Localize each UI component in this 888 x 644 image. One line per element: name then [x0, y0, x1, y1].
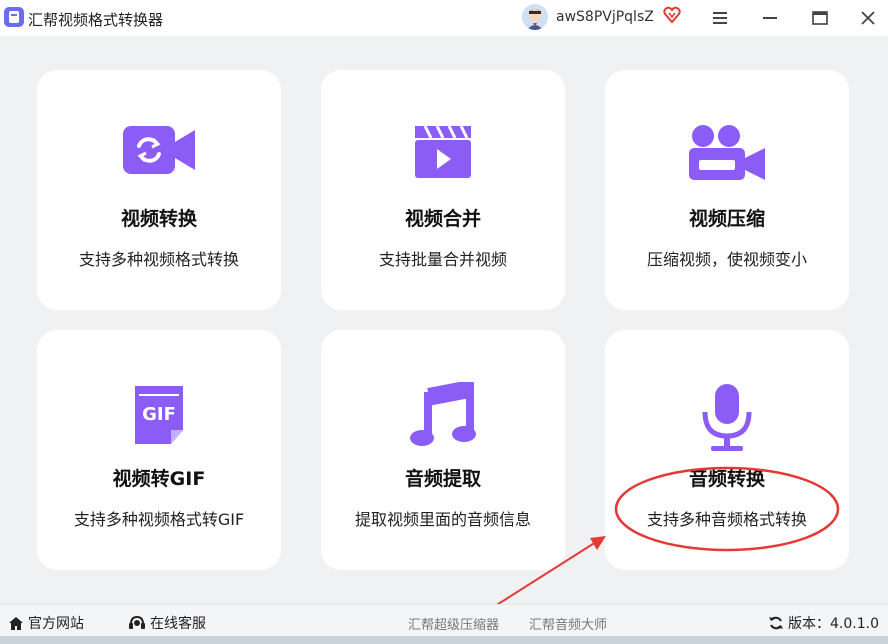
clapperboard-icon: [321, 122, 565, 182]
online-service-label: 在线客服: [150, 616, 206, 632]
card-description: 支持多种视频格式转GIF: [73, 510, 245, 529]
card-title: 音频转换: [688, 468, 765, 490]
microphone-icon: [605, 382, 849, 451]
audio-master-label: 汇帮音频大师: [529, 618, 608, 633]
card-description: 支持多种音频格式转换: [646, 510, 807, 529]
main-panel: 视频转换 支持多种视频格式转换 视频合并 支持批量合并视频 视频压缩 压缩视频，…: [0, 36, 888, 604]
card-description: 支持多种视频格式转换: [78, 250, 239, 269]
card-title: 视频压缩: [688, 208, 765, 230]
card-audio-extract[interactable]: 音频提取 提取视频里面的音频信息: [321, 330, 565, 570]
official-website-label: 官方网站: [28, 616, 84, 632]
card-description: 压缩视频，使视频变小: [646, 250, 807, 269]
title-bar: 汇帮视频格式转换器 awS8PVjPqlsZ: [0, 0, 888, 36]
card-description: 支持批量合并视频: [378, 250, 507, 269]
version-label: 版本：4.0.1.0: [788, 616, 879, 632]
card-title: 视频转GIF: [112, 468, 206, 490]
gif-file-icon: GIF: [37, 382, 281, 444]
card-title: 视频转换: [120, 208, 197, 230]
home-icon: [9, 616, 23, 630]
card-audio-convert[interactable]: 音频转换 支持多种音频格式转换: [605, 330, 849, 570]
card-video-to-gif[interactable]: GIF 视频转GIF 支持多种视频格式转GIF: [37, 330, 281, 570]
card-title: 音频提取: [404, 468, 481, 490]
version-info[interactable]: 版本：4.0.1.0: [768, 613, 879, 633]
minimize-icon[interactable]: [750, 0, 790, 36]
card-video-convert[interactable]: 视频转换 支持多种视频格式转换: [37, 70, 281, 310]
app-title: 汇帮视频格式转换器: [28, 11, 164, 29]
super-compressor-label: 汇帮超级压缩器: [408, 618, 500, 633]
svg-text:GIF: GIF: [142, 404, 176, 425]
refresh-icon: [769, 616, 783, 630]
music-note-icon: [321, 382, 565, 446]
official-website-link[interactable]: 官方网站: [8, 613, 84, 633]
super-compressor-link[interactable]: 汇帮超级压缩器: [408, 614, 499, 633]
video-camera-icon: [605, 122, 849, 182]
avatar[interactable]: [522, 4, 548, 30]
video-convert-icon: [37, 122, 281, 182]
footer-bar: 官方网站 在线客服 汇帮超级压缩器 汇帮音频大师 版本：4.0.1.0: [0, 604, 888, 637]
online-service-link[interactable]: 在线客服: [128, 613, 206, 633]
card-video-compress[interactable]: 视频压缩 压缩视频，使视频变小: [605, 70, 849, 310]
card-description: 提取视频里面的音频信息: [354, 510, 531, 529]
menu-icon[interactable]: [700, 0, 740, 36]
vip-heart-icon[interactable]: [663, 6, 681, 28]
app-icon: [4, 7, 24, 27]
username[interactable]: awS8PVjPqlsZ: [556, 9, 654, 25]
close-icon[interactable]: [848, 0, 888, 36]
headset-icon: [129, 615, 145, 629]
card-title: 视频合并: [404, 208, 481, 230]
audio-master-link[interactable]: 汇帮音频大师: [529, 614, 607, 633]
maximize-icon[interactable]: [800, 0, 840, 36]
card-video-merge[interactable]: 视频合并 支持批量合并视频: [321, 70, 565, 310]
desktop-strip: [0, 636, 888, 644]
